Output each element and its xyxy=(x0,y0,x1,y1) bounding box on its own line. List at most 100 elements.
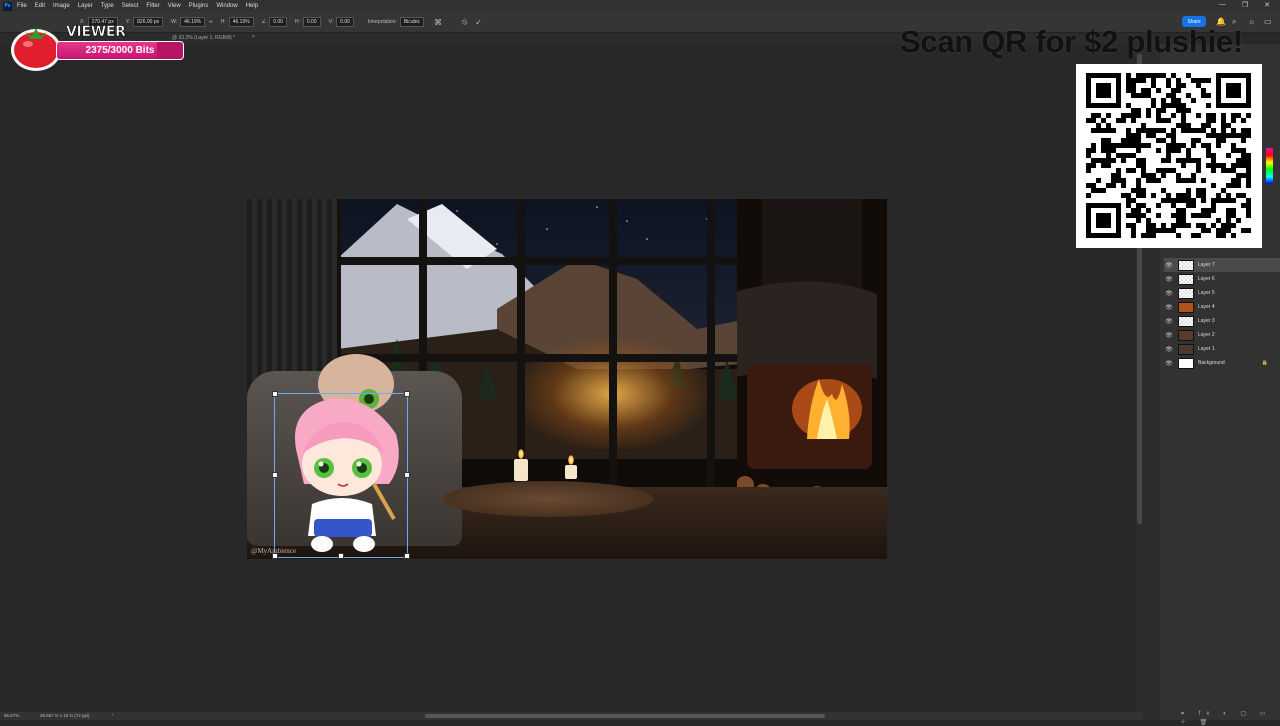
angle-input[interactable]: 0.00 xyxy=(269,17,287,27)
vskew-input[interactable]: 0.00 xyxy=(336,17,354,27)
transform-bounding-box[interactable] xyxy=(274,393,408,558)
menu-plugins[interactable]: Plugins xyxy=(189,3,209,9)
minimize-icon[interactable]: — xyxy=(1219,1,1226,9)
layer-thumbnail xyxy=(1178,315,1194,327)
visibility-eye-icon[interactable]: 👁 xyxy=(1164,360,1174,367)
transform-handle-mr[interactable] xyxy=(404,472,410,478)
transform-handle-tl[interactable] xyxy=(272,391,278,397)
layer-row[interactable]: 👁 Layer 3 xyxy=(1164,314,1280,328)
visibility-eye-icon[interactable]: 👁 xyxy=(1164,304,1174,311)
status-bar: 66.67% 26.667 in x 15 in (72 ppi) › xyxy=(0,712,1160,720)
visibility-eye-icon[interactable]: 👁 xyxy=(1164,262,1174,269)
transform-handle-br[interactable] xyxy=(404,553,410,559)
layer-thumbnail xyxy=(1178,259,1194,271)
coffee-table xyxy=(443,481,653,517)
menu-view[interactable]: View xyxy=(168,3,181,9)
window-controls: — ❐ ✕ xyxy=(1219,1,1270,9)
layers-panel: 👁 Layer 7 👁 Layer 6 👁 Layer 5 👁 Layer 4 👁 Layer 3… xyxy=(1164,258,1280,370)
layer-row[interactable]: 👁 Layer 4 xyxy=(1164,300,1280,314)
menu-select[interactable]: Select xyxy=(122,3,139,9)
interpolation-select[interactable]: Bicubic xyxy=(399,17,424,27)
visibility-eye-icon[interactable]: 👁 xyxy=(1164,276,1174,283)
layer-name: Layer 7 xyxy=(1198,262,1215,268)
light-icon[interactable]: ☼ xyxy=(1248,17,1255,26)
horizontal-scroll-thumb[interactable] xyxy=(425,714,825,718)
warp-icon[interactable]: ⌘ xyxy=(434,18,442,27)
status-menu-icon[interactable]: › xyxy=(112,712,114,717)
menu-layer[interactable]: Layer xyxy=(78,3,93,9)
document-size: 26.667 in x 15 in (72 ppi) xyxy=(40,713,90,718)
cancel-transform-icon[interactable]: ⦸ xyxy=(462,17,467,27)
hskew-input[interactable]: 0.00 xyxy=(302,17,321,27)
candle-right xyxy=(565,465,577,479)
interpolation-field: Interpolation: Bicubic xyxy=(368,17,424,27)
vskew-label: V: xyxy=(328,19,334,25)
menu-type[interactable]: Type xyxy=(101,3,114,9)
menu-filter[interactable]: Filter xyxy=(146,3,159,9)
visibility-eye-icon[interactable]: 👁 xyxy=(1164,290,1174,297)
visibility-eye-icon[interactable]: 👁 xyxy=(1164,318,1174,325)
layer-name: Background xyxy=(1198,360,1225,366)
candle-flame-icon xyxy=(568,455,574,465)
angle-icon: ∠ xyxy=(261,19,267,25)
qr-code xyxy=(1076,64,1262,248)
layer-thumbnail xyxy=(1178,287,1194,299)
qr-code-icon xyxy=(1086,73,1251,238)
layer-thumbnail xyxy=(1178,343,1194,355)
vskew-field: V: 0.00 xyxy=(329,17,354,27)
layer-thumbnail xyxy=(1178,329,1194,341)
color-spectrum-slider[interactable] xyxy=(1266,148,1273,184)
menu-window[interactable]: Window xyxy=(216,3,237,9)
menu-image[interactable]: Image xyxy=(53,3,70,9)
height-field: H: 46.19% xyxy=(221,17,254,27)
layer-name: Layer 2 xyxy=(1198,332,1215,338)
viewer-attack-widget: VIEWER ATTACK 2375/3000 Bits xyxy=(8,20,186,72)
interpolation-label: Interpolation: xyxy=(367,19,397,25)
bits-progress-bar: 2375/3000 Bits xyxy=(56,41,184,60)
close-icon[interactable]: ✕ xyxy=(1264,1,1270,9)
menu-bar: Ps File Edit Image Layer Type Select Fil… xyxy=(0,0,1280,12)
layer-name: Layer 3 xyxy=(1198,318,1215,324)
layer-name: Layer 6 xyxy=(1198,276,1215,282)
document-artwork[interactable]: @MyAmbience xyxy=(247,199,887,559)
restore-icon[interactable]: ❐ xyxy=(1242,1,1248,9)
visibility-eye-icon[interactable]: 👁 xyxy=(1164,346,1174,353)
layer-name: Layer 5 xyxy=(1198,290,1215,296)
layer-thumbnail xyxy=(1178,273,1194,285)
layer-thumbnail xyxy=(1178,357,1194,369)
transform-handle-tr[interactable] xyxy=(404,391,410,397)
link-icon[interactable]: ∞ xyxy=(209,19,213,25)
layer-row[interactable]: 👁 Layer 6 xyxy=(1164,272,1280,286)
transform-handle-ml[interactable] xyxy=(272,472,278,478)
menu-edit[interactable]: Edit xyxy=(35,3,45,9)
layer-name: Layer 1 xyxy=(1198,346,1215,352)
candle-left xyxy=(514,459,528,481)
height-label: H: xyxy=(220,19,226,25)
height-input[interactable]: 46.19% xyxy=(228,17,254,27)
layer-name: Layer 4 xyxy=(1198,304,1215,310)
bits-progress-text: 2375/3000 Bits xyxy=(85,45,155,56)
visibility-eye-icon[interactable]: 👁 xyxy=(1164,332,1174,339)
layer-thumbnail xyxy=(1178,301,1194,313)
angle-field: ∠ 0.00 xyxy=(262,17,287,27)
qr-promo-title: Scan QR for $2 plushie! xyxy=(900,24,1243,59)
layers-panel-actions[interactable]: ⚭ fx ◐ ▢ ▭ ＋ 🗑 xyxy=(1180,710,1280,726)
lock-icon[interactable]: 🔒 xyxy=(1262,360,1268,366)
artwork-watermark: @MyAmbience xyxy=(251,547,296,555)
photoshop-logo-icon: Ps xyxy=(3,1,12,11)
layer-row[interactable]: 👁 Background 🔒 xyxy=(1164,356,1280,370)
layer-row[interactable]: 👁 Layer 5 xyxy=(1164,286,1280,300)
transform-handle-bm[interactable] xyxy=(338,553,344,559)
menu-help[interactable]: Help xyxy=(246,3,258,9)
hskew-label: H: xyxy=(294,19,300,25)
workspace-icon[interactable]: ▭ xyxy=(1264,17,1272,26)
document-tab-close-icon[interactable]: × xyxy=(252,34,255,40)
hskew-field: H: 0.00 xyxy=(295,17,321,27)
candle-flame-icon xyxy=(518,449,524,459)
commit-transform-icon[interactable]: ✓ xyxy=(475,18,482,27)
layer-row[interactable]: 👁 Layer 7 xyxy=(1164,258,1280,272)
menu-file[interactable]: File xyxy=(17,3,27,9)
zoom-level[interactable]: 66.67% xyxy=(4,713,19,718)
layer-row[interactable]: 👁 Layer 1 xyxy=(1164,342,1280,356)
layer-row[interactable]: 👁 Layer 2 xyxy=(1164,328,1280,342)
